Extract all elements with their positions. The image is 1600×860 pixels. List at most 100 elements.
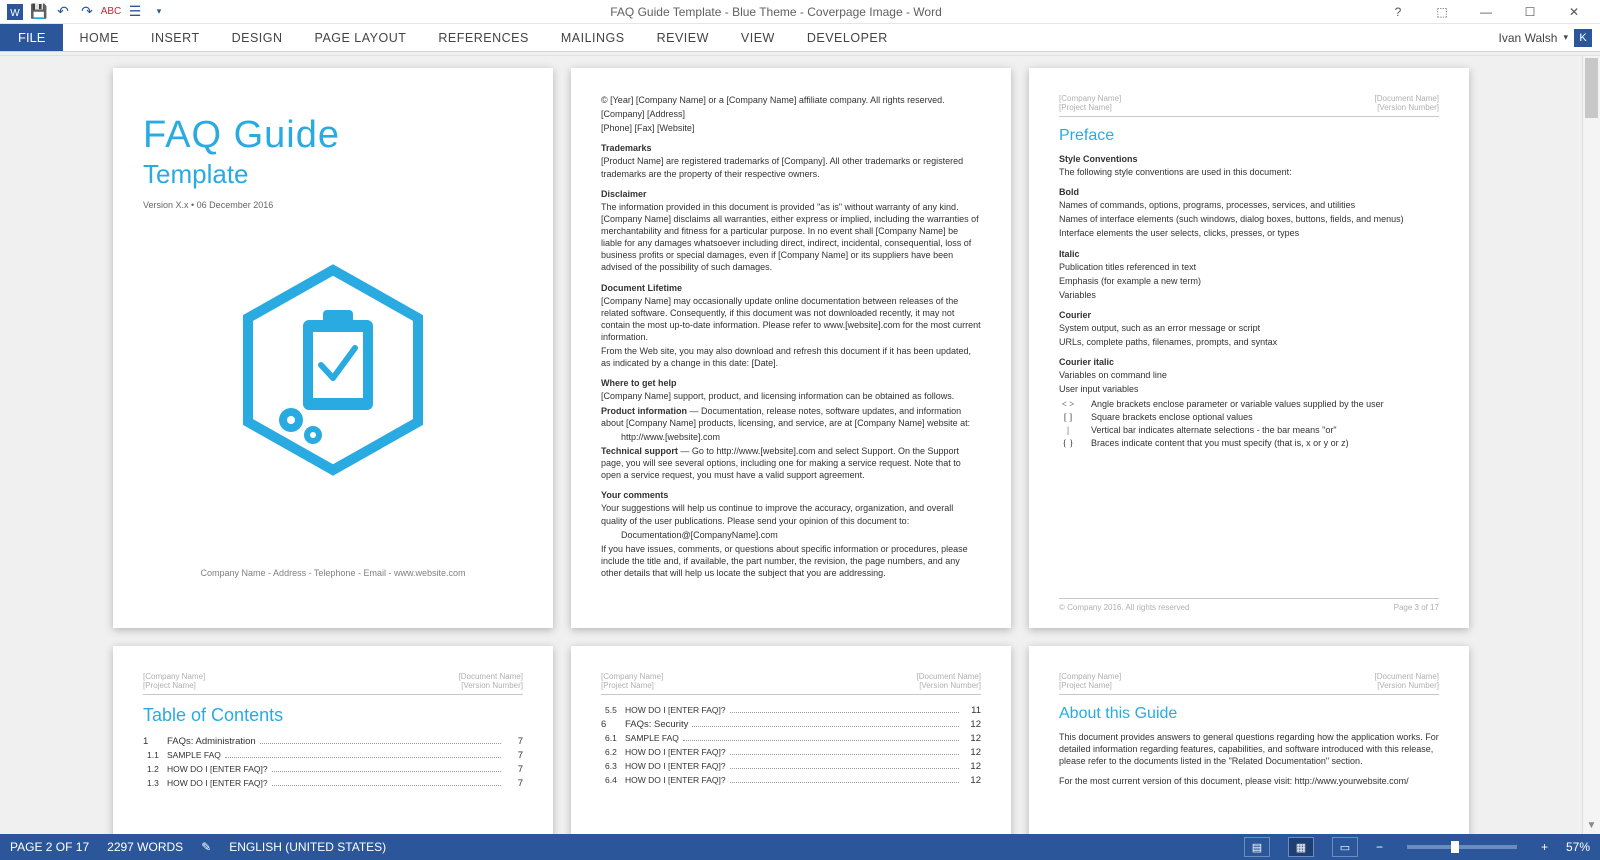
page-toc-2[interactable]: [Company Name][Project Name] [Document N… (571, 646, 1011, 834)
tab-insert[interactable]: INSERT (135, 24, 216, 51)
conv-text: Interface elements the user selects, cli… (1059, 227, 1439, 239)
status-page[interactable]: PAGE 2 OF 17 (10, 840, 89, 854)
tab-view[interactable]: VIEW (725, 24, 791, 51)
toc-row: 1.3HOW DO I [ENTER FAQ]?7 (143, 778, 523, 789)
save-icon[interactable]: 💾 (28, 1, 50, 23)
page-legal[interactable]: © [Year] [Company Name] or a [Company Na… (571, 68, 1011, 628)
qat-customize-icon[interactable]: ▾ (148, 1, 170, 23)
spellcheck-icon[interactable]: ABC (100, 1, 122, 23)
toc-row: 1.1SAMPLE FAQ7 (143, 750, 523, 761)
toc-title: Table of Contents (143, 705, 523, 726)
quick-access-toolbar: W 💾 ↶ ↷ ABC ☰ ▾ (0, 1, 174, 23)
conv-text: Names of commands, options, programs, pr… (1059, 199, 1439, 211)
conv-heading: Bold (1059, 187, 1439, 197)
zoom-level[interactable]: 57% (1566, 840, 1590, 854)
ribbon-options-icon[interactable]: ⬚ (1422, 1, 1462, 23)
toc-list: 1FAQs: Administration71.1SAMPLE FAQ71.2H… (143, 736, 523, 789)
lifetime-text2: From the Web site, you may also download… (601, 345, 981, 369)
redo-icon[interactable]: ↷ (76, 1, 98, 23)
prodinfo-line: Product information — Documentation, rel… (601, 405, 981, 429)
header-rule (601, 694, 981, 695)
status-words[interactable]: 2297 WORDS (107, 840, 183, 854)
page-header: [Company Name][Project Name] [Document N… (601, 672, 981, 690)
comments-heading: Your comments (601, 490, 981, 500)
copyright-line: © [Year] [Company Name] or a [Company Na… (601, 94, 981, 106)
symbol-row: { }Braces indicate content that you must… (1059, 438, 1439, 448)
scroll-thumb[interactable] (1585, 58, 1598, 118)
titlebar-controls: ? ⬚ — ☐ ✕ (1378, 1, 1600, 23)
header-rule (143, 694, 523, 695)
tab-design[interactable]: DESIGN (216, 24, 299, 51)
window-title: FAQ Guide Template - Blue Theme - Coverp… (174, 5, 1378, 19)
print-layout-icon[interactable]: ▦ (1288, 837, 1314, 857)
vertical-scrollbar[interactable]: ▲ ▼ (1582, 56, 1600, 834)
page-cover[interactable]: FAQ Guide Template Version X.x • 06 Dece… (113, 68, 553, 628)
doc-email: Documentation@[CompanyName].com (601, 529, 981, 541)
conv-text: Emphasis (for example a new term) (1059, 275, 1439, 287)
symbol-row: |Vertical bar indicates alternate select… (1059, 425, 1439, 435)
tab-developer[interactable]: DEVELOPER (791, 24, 904, 51)
close-icon[interactable]: ✕ (1554, 1, 1594, 23)
zoom-slider[interactable] (1407, 845, 1517, 849)
conv-text: Variables on command line (1059, 369, 1439, 381)
page-header: [Company Name][Project Name] [Document N… (1059, 94, 1439, 112)
help-icon[interactable]: ? (1378, 1, 1418, 23)
page-toc[interactable]: [Company Name][Project Name] [Document N… (113, 646, 553, 834)
tab-page-layout[interactable]: PAGE LAYOUT (299, 24, 423, 51)
conv-heading: Italic (1059, 249, 1439, 259)
web-layout-icon[interactable]: ▭ (1332, 837, 1358, 857)
toc-row: 6.2HOW DO I [ENTER FAQ]?12 (601, 747, 981, 758)
status-language[interactable]: ENGLISH (UNITED STATES) (229, 840, 386, 854)
support-line: Technical support — Go to http://www.[we… (601, 445, 981, 481)
about-p1: This document provides answers to genera… (1059, 731, 1439, 767)
header-rule (1059, 694, 1439, 695)
minimize-icon[interactable]: — (1466, 1, 1506, 23)
toc-row: 1FAQs: Administration7 (143, 736, 523, 747)
trademarks-heading: Trademarks (601, 143, 981, 153)
tab-home[interactable]: HOME (63, 24, 135, 51)
read-mode-icon[interactable]: ▤ (1244, 837, 1270, 857)
page-about[interactable]: [Company Name][Project Name] [Document N… (1029, 646, 1469, 834)
symbol-row: < >Angle brackets enclose parameter or v… (1059, 399, 1439, 409)
ribbon: FILE HOME INSERT DESIGN PAGE LAYOUT REFE… (0, 24, 1600, 52)
account-area[interactable]: Ivan Walsh ▾ K (1499, 24, 1600, 51)
scroll-down-icon[interactable]: ▼ (1583, 816, 1600, 834)
zoom-thumb[interactable] (1451, 841, 1459, 853)
toc-list-2: 5.5HOW DO I [ENTER FAQ]?11 6FAQs: Securit… (601, 705, 981, 786)
zoom-out-icon[interactable]: − (1376, 840, 1383, 854)
toc-row: 6.4HOW DO I [ENTER FAQ]?12 (601, 775, 981, 786)
word-icon[interactable]: W (4, 1, 26, 23)
status-bar: PAGE 2 OF 17 2297 WORDS ✎ ENGLISH (UNITE… (0, 834, 1600, 860)
help-heading: Where to get help (601, 378, 981, 388)
page-preface[interactable]: [Company Name][Project Name] [Document N… (1029, 68, 1469, 628)
proofing-icon[interactable]: ✎ (201, 840, 211, 854)
svg-text:W: W (10, 8, 20, 19)
maximize-icon[interactable]: ☐ (1510, 1, 1550, 23)
tab-references[interactable]: REFERENCES (422, 24, 544, 51)
disclaimer-text: The information provided in this documen… (601, 201, 981, 274)
website-url: http://www.[website].com (601, 431, 981, 443)
disclaimer-heading: Disclaimer (601, 189, 981, 199)
toc-row: 6FAQs: Security12 (601, 719, 981, 730)
address-line: [Company] [Address] (601, 108, 981, 120)
doc-subtitle: Template (143, 159, 523, 190)
cover-footer: Company Name - Address - Telephone - Ema… (113, 568, 553, 578)
toc-row: 6.1SAMPLE FAQ12 (601, 733, 981, 744)
comments-text1: Your suggestions will help us continue t… (601, 502, 981, 526)
tab-review[interactable]: REVIEW (641, 24, 725, 51)
conv-text: System output, such as an error message … (1059, 322, 1439, 334)
conv-text: Names of interface elements (such window… (1059, 213, 1439, 225)
style-conv-heading: Style Conventions (1059, 154, 1439, 164)
undo-icon[interactable]: ↶ (52, 1, 74, 23)
toc-row: 5.5HOW DO I [ENTER FAQ]?11 (601, 705, 981, 716)
conv-heading: Courier (1059, 310, 1439, 320)
page-header: [Company Name][Project Name] [Document N… (143, 672, 523, 690)
file-tab[interactable]: FILE (0, 24, 63, 51)
zoom-in-icon[interactable]: + (1541, 840, 1548, 854)
touch-mode-icon[interactable]: ☰ (124, 1, 146, 23)
pages-container[interactable]: FAQ Guide Template Version X.x • 06 Dece… (0, 56, 1582, 834)
page-footer: © Company 2016. All rights reservedPage … (1059, 598, 1439, 612)
style-conv-intro: The following style conventions are used… (1059, 166, 1439, 178)
toc-row: 6.3HOW DO I [ENTER FAQ]?12 (601, 761, 981, 772)
tab-mailings[interactable]: MAILINGS (545, 24, 641, 51)
